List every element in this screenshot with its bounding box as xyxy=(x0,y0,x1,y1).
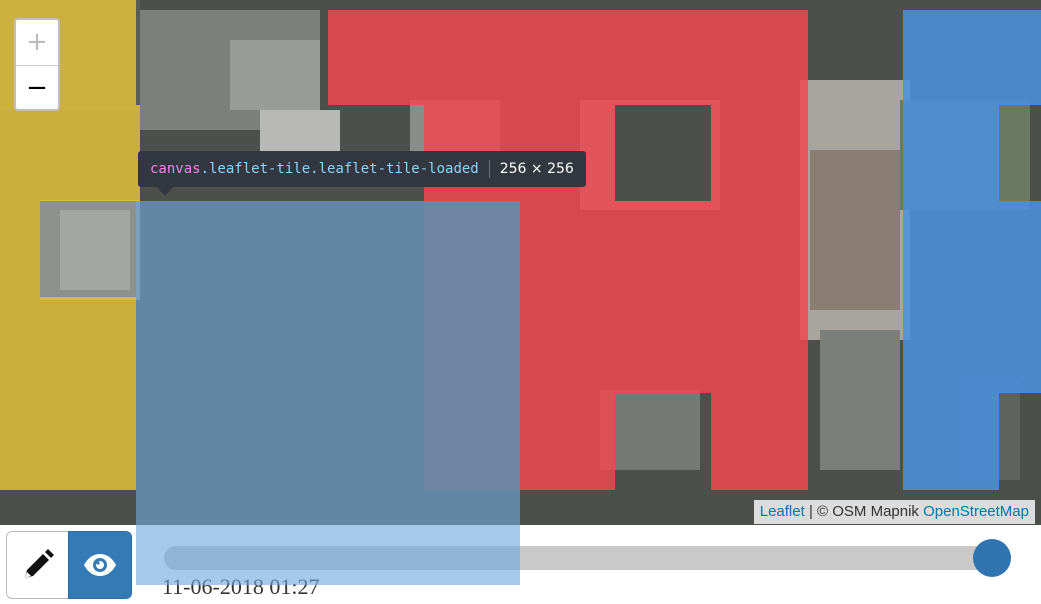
tooltip-dimensions: 256 × 256 xyxy=(499,161,574,177)
zoom-in-button[interactable]: + xyxy=(16,20,58,66)
tooltip-classes: .leaflet-tile.leaflet-tile-loaded xyxy=(200,161,479,177)
map[interactable]: + − canvas.leaflet-tile.leaflet-tile-loa… xyxy=(0,0,1041,525)
eye-icon xyxy=(84,554,116,576)
timeline-slider-track[interactable] xyxy=(164,546,994,570)
zoom-control: + − xyxy=(14,18,60,111)
tooltip-separator xyxy=(488,160,490,178)
view-button[interactable] xyxy=(68,531,132,599)
tooltip-tag: canvas xyxy=(150,161,201,177)
tooltip-arrow xyxy=(156,186,174,196)
red-overlay xyxy=(328,10,808,490)
edit-button[interactable] xyxy=(6,531,69,599)
pencil-icon xyxy=(24,549,54,578)
timeline-date: 11-06-2018 01:27 xyxy=(162,574,320,599)
leaflet-link[interactable]: Leaflet xyxy=(760,503,805,520)
timeline-slider-handle[interactable] xyxy=(973,539,1011,577)
openstreetmap-link[interactable]: OpenStreetMap xyxy=(923,503,1029,520)
blue-overlay xyxy=(903,10,1041,490)
map-attribution: Leaflet | © OSM Mapnik OpenStreetMap xyxy=(753,500,1035,524)
inspector-tooltip: canvas.leaflet-tile.leaflet-tile-loaded 2… xyxy=(138,151,586,187)
zoom-out-button[interactable]: − xyxy=(16,66,58,109)
attribution-text: | © OSM Mapnik xyxy=(804,503,924,520)
